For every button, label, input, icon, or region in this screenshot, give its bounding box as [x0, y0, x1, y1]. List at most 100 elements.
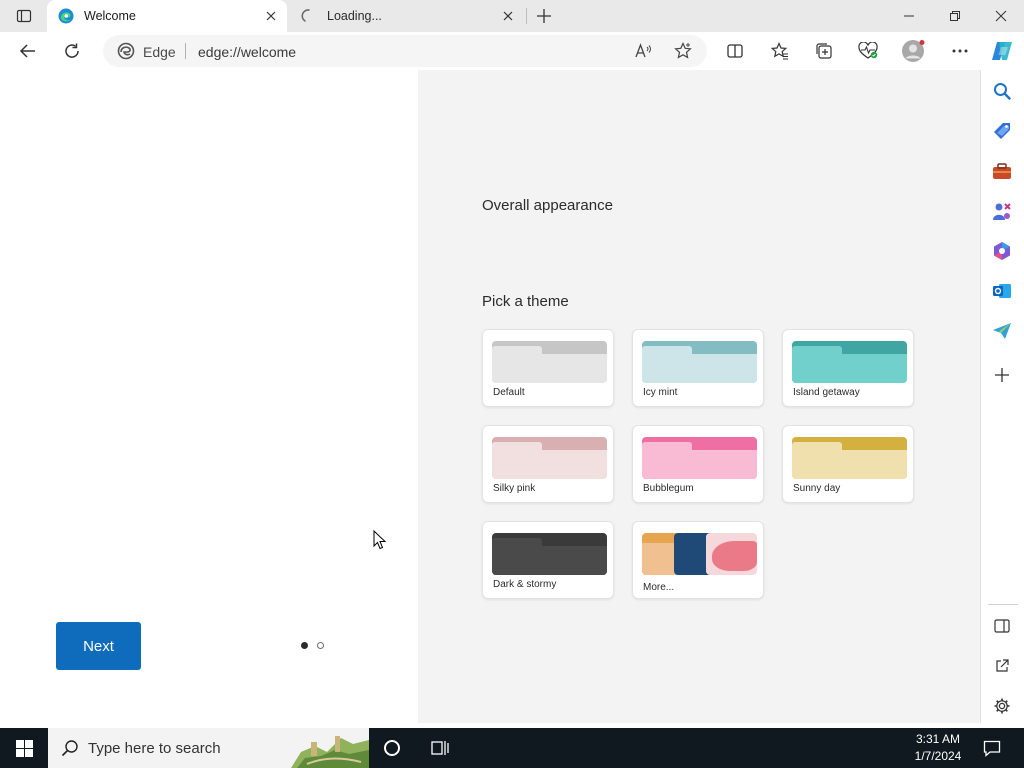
tab-welcome[interactable]: Welcome [47, 0, 287, 32]
star-icon [674, 42, 692, 59]
clock-time: 3:31 AM [915, 732, 961, 746]
theme-preview [792, 437, 907, 479]
search-highlight-illustration-icon [291, 728, 369, 768]
shopping-tag-icon[interactable] [991, 120, 1013, 142]
refresh-button[interactable] [56, 36, 88, 66]
theme-card-default[interactable]: Default [482, 329, 614, 407]
sidebar-layout-icon[interactable] [991, 615, 1013, 637]
edge-site-icon [117, 42, 135, 60]
collections-button[interactable] [808, 36, 840, 66]
theme-label: Sunny day [793, 483, 841, 494]
theme-card-icy-mint[interactable]: Icy mint [632, 329, 764, 407]
microsoft-365-icon[interactable] [991, 240, 1013, 262]
url-text[interactable]: edge://welcome [198, 44, 296, 60]
theme-card-silky-pink[interactable]: Silky pink [482, 425, 614, 503]
new-tab-button[interactable] [533, 5, 555, 27]
tab-actions-icon [16, 9, 32, 23]
tab-separator [526, 8, 527, 24]
welcome-page: Next Overall appearance Pick a theme Def… [4, 70, 981, 723]
read-aloud-button[interactable] [631, 40, 655, 62]
search-placeholder: Type here to search [88, 740, 221, 757]
collections-icon [816, 43, 832, 59]
close-tab-icon[interactable] [263, 8, 279, 24]
copilot-icon [992, 42, 1012, 60]
clock-date: 1/7/2024 [914, 749, 962, 763]
theme-label: Bubblegum [643, 483, 694, 494]
address-bar[interactable]: Edge edge://welcome [103, 35, 707, 67]
tab-actions-button[interactable] [10, 6, 38, 26]
edge-sidebar [981, 70, 1024, 728]
search-icon [61, 740, 78, 757]
restore-icon [950, 11, 960, 21]
restore-button[interactable] [932, 0, 978, 32]
system-clock[interactable]: 3:31 AM 1/7/2024 [900, 731, 976, 765]
send-icon[interactable] [991, 320, 1013, 342]
plus-icon [537, 9, 551, 23]
games-icon[interactable] [991, 200, 1013, 222]
theme-preview [492, 533, 607, 575]
read-aloud-icon [635, 43, 651, 58]
tab-title: Welcome [84, 9, 136, 23]
mouse-cursor-icon [373, 530, 387, 550]
tab-loading[interactable]: Loading... [290, 0, 524, 32]
theme-card-island-getaway[interactable]: Island getaway [782, 329, 914, 407]
theme-preview [642, 437, 757, 479]
theme-card-more[interactable]: More... [632, 521, 764, 599]
arrow-left-icon [19, 44, 35, 58]
tab-title: Loading... [327, 9, 382, 23]
split-screen-icon [727, 44, 743, 58]
next-button[interactable]: Next [56, 622, 141, 670]
pick-theme-heading: Pick a theme [482, 293, 569, 310]
split-screen-button[interactable] [719, 36, 751, 66]
notification-icon [983, 740, 1001, 757]
heart-pulse-icon [858, 42, 878, 59]
refresh-icon [65, 43, 79, 58]
theme-preview [792, 341, 907, 383]
theme-preview [492, 437, 607, 479]
profile-button[interactable] [897, 36, 929, 66]
address-separator [185, 43, 186, 59]
start-button[interactable] [0, 728, 48, 768]
favorite-star-button[interactable] [671, 40, 695, 62]
loading-spinner-icon [301, 8, 317, 24]
tools-icon[interactable] [991, 160, 1013, 182]
page-indicator-dot-1[interactable] [301, 642, 308, 649]
settings-more-button[interactable] [944, 36, 976, 66]
edge-logo-icon [58, 8, 74, 24]
search-icon[interactable] [991, 80, 1013, 102]
windows-taskbar: Type here to search 3:31 AM 1/7/2024 [0, 728, 1024, 768]
theme-preview [492, 341, 607, 383]
page-indicator-dot-2[interactable] [317, 642, 324, 649]
outlook-icon[interactable] [991, 280, 1013, 302]
task-view-button[interactable] [416, 728, 464, 768]
copilot-button[interactable] [986, 36, 1018, 66]
add-icon[interactable] [991, 364, 1013, 386]
avatar [902, 40, 925, 62]
open-external-icon[interactable] [991, 655, 1013, 677]
site-identity-label: Edge [143, 44, 176, 60]
cortana-button[interactable] [368, 728, 416, 768]
cortana-icon [384, 740, 400, 756]
theme-label: Default [493, 387, 525, 398]
taskbar-search-box[interactable]: Type here to search [48, 728, 369, 768]
close-tab-icon[interactable] [500, 8, 516, 24]
back-button[interactable] [12, 36, 44, 66]
theme-preview [642, 533, 757, 575]
minimize-icon [904, 15, 914, 17]
tab-strip: Welcome Loading... [0, 0, 1024, 32]
favorites-button[interactable] [764, 36, 796, 66]
browser-toolbar: Edge edge://welcome [0, 32, 1024, 70]
theme-card-bubblegum[interactable]: Bubblegum [632, 425, 764, 503]
minimize-button[interactable] [886, 0, 932, 32]
browser-essentials-button[interactable] [852, 36, 884, 66]
theme-card-sunny-day[interactable]: Sunny day [782, 425, 914, 503]
theme-card-dark-stormy[interactable]: Dark & stormy [482, 521, 614, 599]
sidebar-divider [988, 604, 1018, 605]
theme-label: Icy mint [643, 387, 678, 398]
settings-icon[interactable] [991, 695, 1013, 717]
favorites-icon [771, 42, 788, 60]
notifications-button[interactable] [978, 728, 1006, 768]
close-window-button[interactable] [978, 0, 1024, 32]
theme-label: More... [643, 582, 675, 593]
theme-label: Island getaway [793, 387, 860, 398]
